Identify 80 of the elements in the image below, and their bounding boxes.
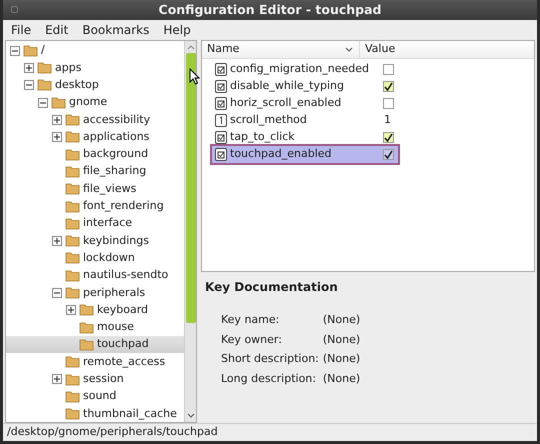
checkbox-key-icon bbox=[215, 131, 227, 144]
expand-icon[interactable] bbox=[52, 374, 62, 384]
folder-icon bbox=[79, 302, 94, 318]
expand-icon[interactable] bbox=[52, 114, 62, 125]
folder-icon bbox=[65, 128, 80, 146]
column-header[interactable]: Name bbox=[202, 41, 360, 58]
tree-item[interactable]: gnome bbox=[6, 94, 184, 112]
key-row[interactable]: horiz_scroll_enabled bbox=[212, 95, 394, 112]
menu-item[interactable]: Edit bbox=[45, 21, 68, 39]
tree-item[interactable]: accessibility bbox=[6, 111, 184, 128]
tree-item[interactable]: interface bbox=[6, 214, 184, 232]
tree-item[interactable]: font_rendering bbox=[6, 198, 184, 215]
folder-icon bbox=[65, 250, 80, 266]
key-row[interactable]: scroll_method 1 bbox=[212, 112, 391, 129]
value-text: 1 bbox=[384, 112, 391, 128]
key-row[interactable]: touchpad_enabled bbox=[212, 146, 398, 163]
expand-icon[interactable] bbox=[52, 132, 62, 142]
checkbox[interactable] bbox=[383, 149, 394, 160]
tree-item[interactable]: apps bbox=[6, 59, 184, 77]
folder-icon bbox=[37, 76, 52, 94]
checkbox-key-icon bbox=[215, 63, 227, 76]
field-label: Key owner: bbox=[221, 332, 283, 348]
column-header[interactable]: Value bbox=[360, 41, 396, 58]
status-text: /desktop/gnome/peripherals/touchpad bbox=[7, 424, 218, 440]
tree-item[interactable]: keyboard bbox=[6, 301, 184, 319]
expand-icon[interactable] bbox=[52, 236, 62, 246]
tree-item[interactable]: file_sharing bbox=[6, 163, 184, 180]
folder-icon bbox=[65, 232, 80, 250]
folder-icon bbox=[37, 60, 52, 76]
menu-item[interactable]: Help bbox=[163, 21, 191, 39]
checkbox[interactable] bbox=[383, 98, 394, 109]
checkbox-key-icon bbox=[215, 80, 227, 93]
folder-icon bbox=[65, 406, 80, 422]
folder-icon bbox=[65, 180, 80, 198]
field-label: Long description: bbox=[221, 370, 317, 386]
expand-icon[interactable] bbox=[24, 62, 34, 73]
tree-item[interactable]: background bbox=[6, 146, 184, 164]
tree-item[interactable]: thumbnail_cache bbox=[6, 405, 184, 422]
field-label: Short description: bbox=[221, 351, 319, 367]
section-title: Key Documentation bbox=[205, 279, 339, 296]
menu-item[interactable]: Bookmarks bbox=[82, 21, 150, 39]
folder-icon bbox=[65, 284, 80, 302]
tree-item[interactable]: lockdown bbox=[6, 250, 184, 267]
tree-item[interactable]: peripherals bbox=[6, 284, 184, 302]
tree-item[interactable]: session bbox=[6, 370, 184, 388]
field-value: (None) bbox=[322, 332, 360, 348]
collapse-icon[interactable] bbox=[24, 80, 34, 90]
field-value: (None) bbox=[322, 312, 360, 328]
key-row[interactable]: disable_while_typing bbox=[212, 78, 394, 95]
tree-item[interactable]: / bbox=[6, 42, 184, 60]
tree-item[interactable]: mouse bbox=[6, 318, 184, 336]
checkbox-key-icon bbox=[215, 148, 227, 161]
scroll-up-icon[interactable] bbox=[186, 44, 194, 50]
collapse-icon[interactable] bbox=[38, 98, 48, 108]
tree-item[interactable]: desktop bbox=[6, 76, 184, 94]
field-value: (None) bbox=[322, 351, 360, 367]
checkbox[interactable] bbox=[383, 81, 394, 92]
tree-item[interactable]: sound bbox=[6, 388, 184, 406]
checkbox[interactable] bbox=[383, 64, 394, 75]
window-title: Configuration Editor - touchpad bbox=[158, 0, 382, 19]
checkbox[interactable] bbox=[383, 132, 394, 143]
collapse-icon[interactable] bbox=[52, 288, 62, 298]
folder-icon bbox=[65, 112, 80, 128]
tree-item[interactable]: file_views bbox=[6, 180, 184, 198]
tree-item[interactable]: remote_access bbox=[6, 353, 184, 371]
tree-item[interactable]: nautilus-sendto bbox=[6, 266, 184, 284]
folder-icon bbox=[65, 354, 80, 370]
expand-icon[interactable] bbox=[66, 305, 76, 316]
field-value: (None) bbox=[322, 370, 360, 386]
menu-item[interactable]: File bbox=[11, 21, 32, 39]
field-label: Key name: bbox=[221, 312, 280, 328]
number-key-icon bbox=[215, 114, 227, 127]
tree-item[interactable]: keybindings bbox=[6, 232, 184, 250]
scrollbar[interactable] bbox=[184, 41, 196, 422]
tree-item[interactable]: touchpad bbox=[6, 336, 184, 354]
key-row[interactable]: config_migration_needed bbox=[212, 61, 394, 78]
checkbox-key-icon bbox=[215, 97, 227, 110]
scroll-down-icon[interactable] bbox=[186, 413, 194, 419]
collapse-icon[interactable] bbox=[10, 46, 20, 56]
tree-item[interactable]: applications bbox=[6, 128, 184, 146]
